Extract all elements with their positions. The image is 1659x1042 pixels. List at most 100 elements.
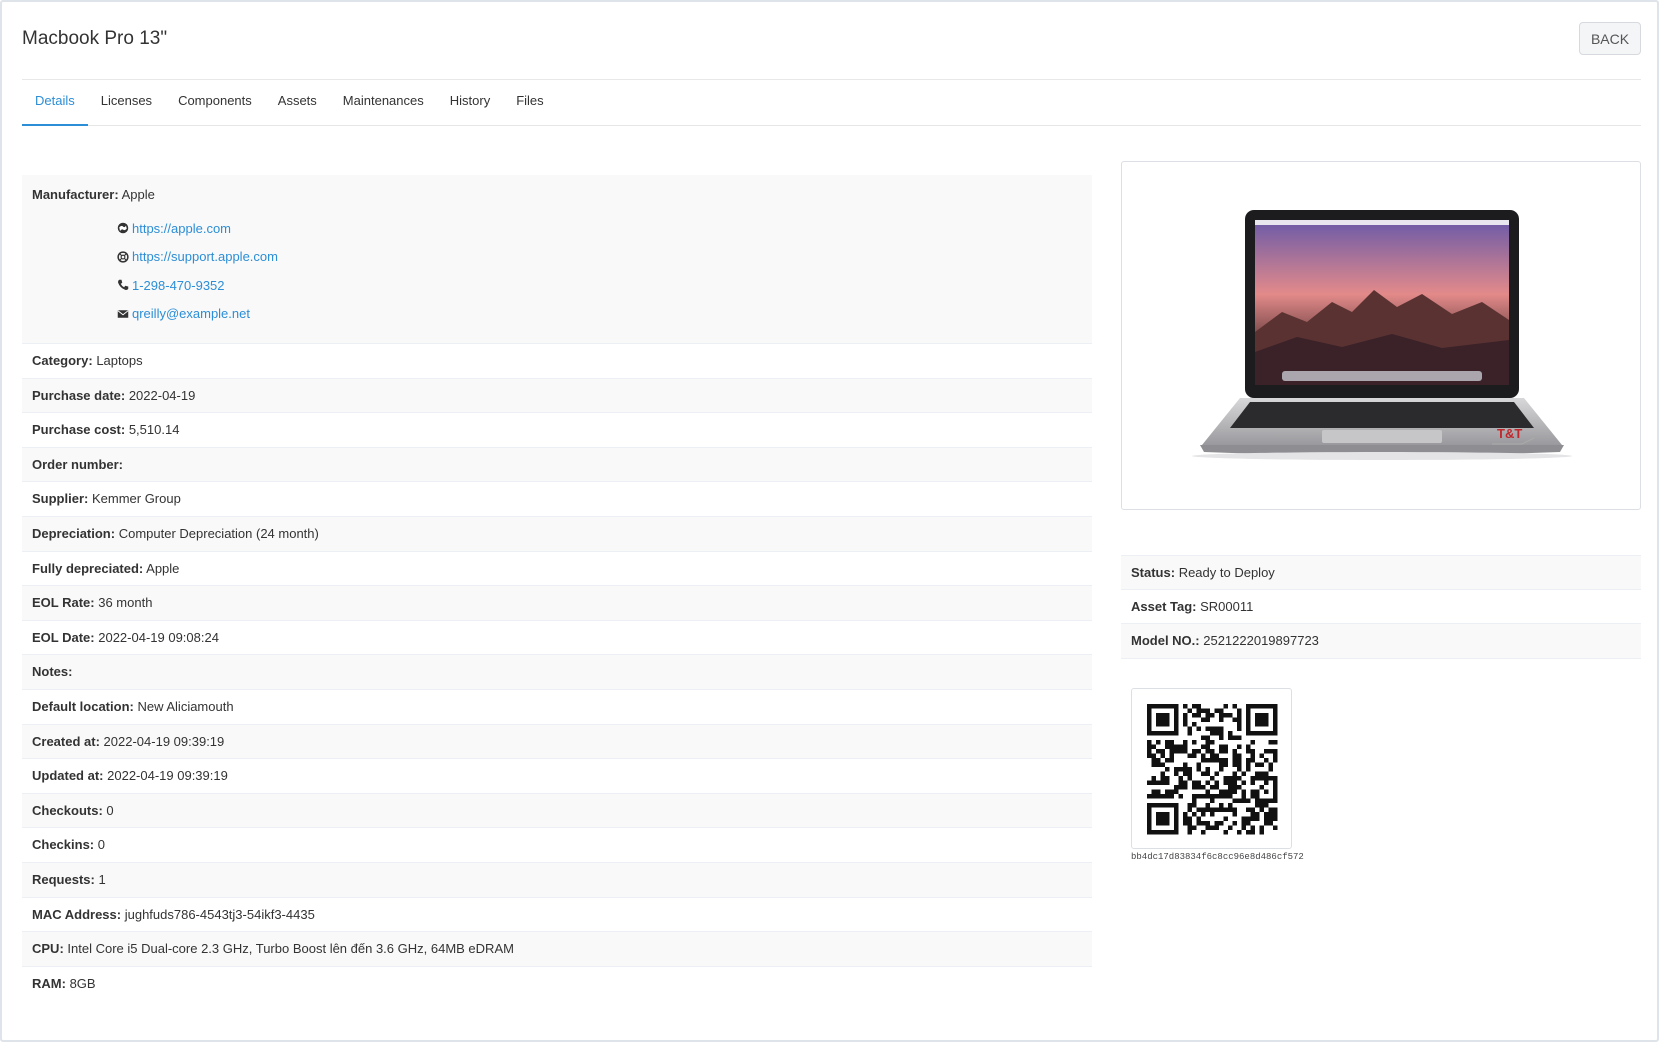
detail-label: Category: [32,353,93,368]
detail-label: Purchase cost: [32,422,126,438]
status-value: Ready to Deploy [1178,565,1275,580]
detail-rows: Category: Laptops Purchase date: 2022-04… [22,344,1092,1002]
detail-label: Purchase date: [32,387,126,403]
detail-row-mac-address: MAC Address: jughfuds786-4543tj3-54ikf3-… [22,897,1092,933]
detail-row-depreciation: Depreciation: Computer Depreciation (24 … [22,516,1092,552]
asset-tag-value: SR00011 [1200,598,1254,614]
detail-label: CPU: [32,941,64,957]
envelope-icon [117,310,129,318]
qr-code-box [1131,688,1292,849]
detail-label: Checkins: [32,837,95,853]
detail-row-category: Category: Laptops [22,344,1092,379]
model-no-value: 2521222019897723 [1203,633,1319,649]
summary-table: Status: Ready to Deploy Asset Tag: SR000… [1121,555,1641,659]
detail-row-cpu: CPU: Intel Core i5 Dual-core 2.3 GHz, Tu… [22,932,1092,967]
detail-value: 0 [106,802,114,818]
detail-value: 2022-04-19 09:39:19 [103,733,225,749]
detail-value: 0 [97,837,105,853]
tab-licenses[interactable]: Licenses [88,82,165,126]
detail-row-fully-depreciated: Fully depreciated: Apple [22,551,1092,587]
detail-row-checkins: Checkins: 0 [22,828,1092,863]
tab-assets[interactable]: Assets [265,82,330,126]
detail-value: 1 [98,871,106,887]
detail-label: EOL Rate: [32,595,95,611]
svg-text:T&T: T&T [1497,426,1522,441]
manufacturer-url-row: https://apple.com [117,214,1082,243]
qr-code-text: bb4dc17d83834f6c8cc96e8d486cf572 [1131,852,1304,862]
phone-link[interactable]: 1-298-470-9352 [132,278,225,293]
manufacturer-value: Apple [121,187,155,202]
detail-value: 2022-04-19 09:39:19 [107,768,228,784]
detail-value: Intel Core i5 Dual-core 2.3 GHz, Turbo B… [67,941,514,957]
detail-value: Laptops [96,353,143,368]
detail-row-purchase-date: Purchase date: 2022-04-19 [22,378,1092,414]
detail-value: 2022-04-19 [128,387,196,403]
product-image: T&T [1121,161,1641,510]
detail-label: EOL Date: [32,629,95,645]
laptop-illustration: T&T [1192,210,1572,460]
support-url-link[interactable]: https://support.apple.com [132,249,278,264]
detail-value: New Aliciamouth [137,698,234,714]
phone-icon [118,280,129,291]
status-label: Status: [1131,565,1176,580]
status-row: Status: Ready to Deploy [1121,555,1641,590]
detail-label: Checkouts: [32,802,103,818]
detail-row-eol-date: EOL Date: 2022-04-19 09:08:24 [22,620,1092,656]
manufacturer-section: Manufacturer: Apple https://apple.com ht… [22,175,1092,344]
detail-value: jughfuds786-4543tj3-54ikf3-4435 [124,906,315,922]
email-link[interactable]: qreilly@example.net [132,306,250,321]
detail-row-checkouts: Checkouts: 0 [22,793,1092,829]
detail-row-supplier: Supplier: Kemmer Group [22,482,1092,517]
detail-row-notes: Notes: [22,655,1092,690]
details-table: Manufacturer: Apple https://apple.com ht… [22,175,1092,1002]
qr-code-icon [1147,704,1278,835]
model-no-row: Model NO.: 2521222019897723 [1121,624,1641,659]
detail-row-default-location: Default location: New Aliciamouth [22,689,1092,725]
tab-bar: Details Licenses Components Assets Maint… [22,82,1641,126]
detail-value: Kemmer Group [91,491,181,507]
detail-value: Computer Depreciation (24 month) [118,525,319,541]
detail-row-order-number: Order number: [22,447,1092,483]
tab-files[interactable]: Files [503,82,556,126]
tab-maintenances[interactable]: Maintenances [330,82,437,126]
back-button[interactable]: BACK [1579,22,1641,55]
detail-row-created-at: Created at: 2022-04-19 09:39:19 [22,724,1092,760]
model-no-label: Model NO.: [1131,633,1200,649]
detail-value: 5,510.14 [128,422,180,438]
detail-label: Order number: [32,456,124,472]
manufacturer-url-link[interactable]: https://apple.com [132,221,231,236]
detail-value: 36 month [98,595,153,611]
detail-value: 8GB [69,975,96,991]
tab-details[interactable]: Details [22,82,88,126]
detail-row-requests: Requests: 1 [22,862,1092,898]
detail-label: MAC Address: [32,906,122,922]
tab-history[interactable]: History [437,82,503,126]
email-row: qreilly@example.net [117,300,1082,329]
detail-label: Supplier: [32,491,89,507]
detail-label: Created at: [32,733,100,749]
detail-row-purchase-cost: Purchase cost: 5,510.14 [22,413,1092,448]
detail-row-eol-rate: EOL Rate: 36 month [22,586,1092,621]
life-ring-icon [117,251,129,263]
detail-label: Depreciation: [32,525,116,541]
support-url-row: https://support.apple.com [117,243,1082,272]
detail-label: Requests: [32,871,95,887]
tab-components[interactable]: Components [165,82,265,126]
asset-tag-label: Asset Tag: [1131,598,1197,614]
detail-label: Notes: [32,664,73,680]
phone-row: 1-298-470-9352 [117,271,1082,300]
page-title: Macbook Pro 13" [22,28,168,49]
header-divider [22,79,1641,80]
image-panel: T&T [1121,161,1641,510]
detail-label: Default location: [32,698,134,714]
detail-row-ram: RAM: 8GB [22,966,1092,1002]
detail-value: Apple [146,560,180,576]
manufacturer-label: Manufacturer: [32,187,119,202]
detail-row-updated-at: Updated at: 2022-04-19 09:39:19 [22,759,1092,794]
detail-label: RAM: [32,975,66,991]
detail-label: Updated at: [32,768,104,784]
detail-label: Fully depreciated: [32,560,144,576]
globe-icon [117,223,129,234]
asset-tag-row: Asset Tag: SR00011 [1121,589,1641,625]
detail-value: 2022-04-19 09:08:24 [98,629,219,645]
